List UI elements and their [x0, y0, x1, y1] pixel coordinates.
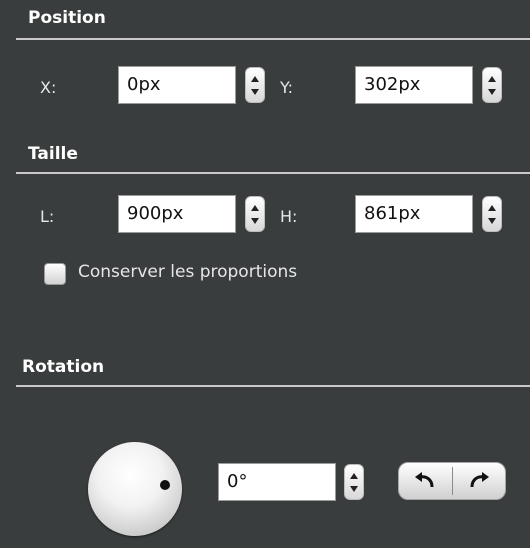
rotation-angle-stepper[interactable] [344, 464, 364, 500]
rotation-divider [16, 385, 530, 387]
size-divider [16, 172, 530, 174]
stepper-down-icon[interactable] [251, 89, 259, 95]
width-input[interactable]: 900px [118, 195, 236, 233]
position-divider [16, 38, 530, 40]
rotation-angle-input[interactable]: 0° [218, 463, 336, 501]
keep-proportions-checkbox[interactable] [44, 263, 66, 285]
rotate-right-icon [466, 471, 492, 491]
y-label: Y: [280, 78, 294, 97]
stepper-down-icon[interactable] [488, 218, 496, 224]
stepper-down-icon[interactable] [488, 89, 496, 95]
rotate-left-icon [412, 471, 438, 491]
rotate-right-button[interactable] [453, 463, 506, 499]
x-label: X: [40, 78, 57, 97]
rotate-left-button[interactable] [399, 463, 452, 499]
rotation-section-title: Rotation [22, 357, 105, 377]
stepper-up-icon[interactable] [488, 76, 496, 82]
width-stepper[interactable] [245, 196, 265, 232]
height-stepper[interactable] [482, 196, 502, 232]
x-stepper[interactable] [245, 67, 265, 103]
y-input[interactable]: 302px [355, 66, 473, 104]
knob-indicator-dot [160, 480, 170, 490]
rotation-knob-icon[interactable] [88, 442, 182, 536]
y-stepper[interactable] [482, 67, 502, 103]
width-label: L: [40, 207, 55, 226]
height-label: H: [280, 207, 298, 226]
stepper-up-icon[interactable] [488, 205, 496, 211]
size-section-title: Taille [28, 144, 78, 164]
transform-panel: Position X: 0px Y: 302px Taille L: 900px… [0, 0, 530, 548]
x-input[interactable]: 0px [118, 66, 236, 104]
position-section-title: Position [28, 8, 106, 28]
stepper-up-icon[interactable] [251, 76, 259, 82]
stepper-down-icon[interactable] [251, 218, 259, 224]
stepper-up-icon[interactable] [251, 205, 259, 211]
height-input[interactable]: 861px [355, 195, 473, 233]
rotate-buttons [398, 462, 506, 500]
keep-proportions-label: Conserver les proportions [78, 262, 298, 282]
stepper-down-icon[interactable] [350, 486, 358, 492]
stepper-up-icon[interactable] [350, 473, 358, 479]
